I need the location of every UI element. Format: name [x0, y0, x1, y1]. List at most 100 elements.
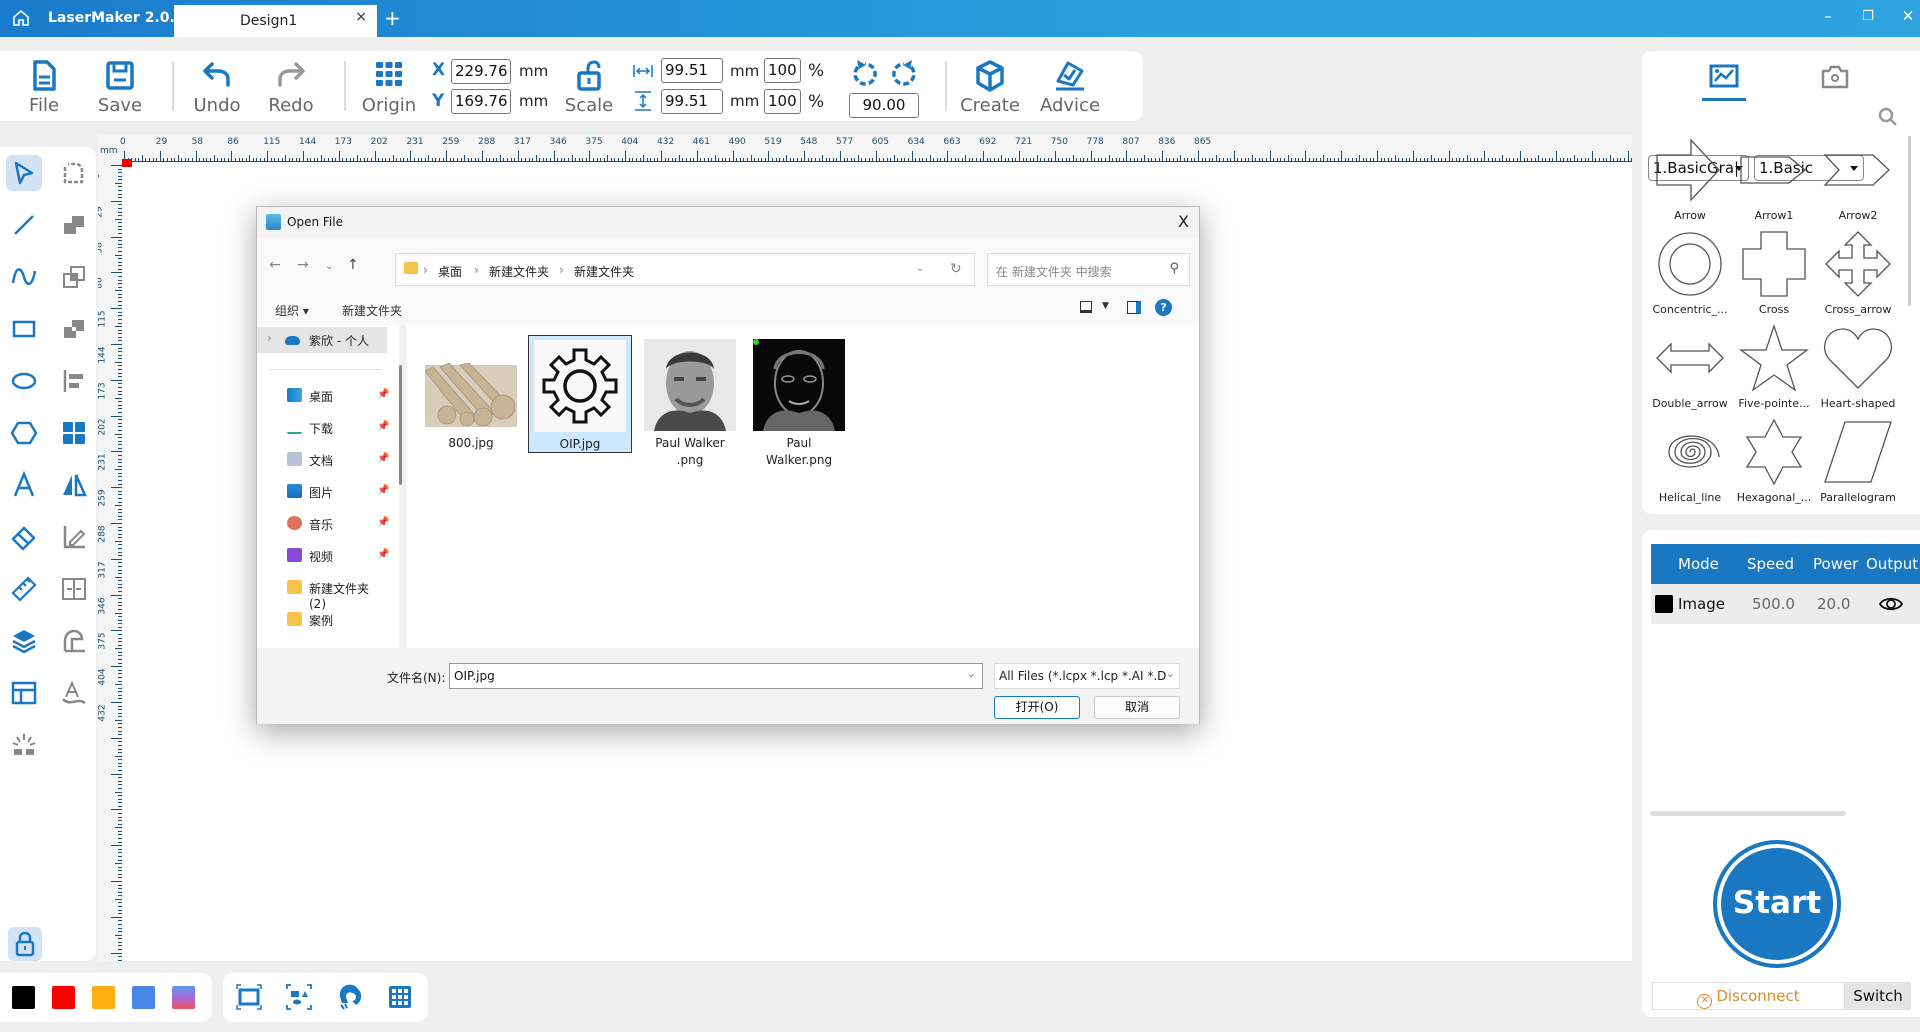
offset-tool[interactable] [56, 623, 92, 659]
fit-selection-icon[interactable] [285, 983, 313, 1011]
refresh-icon[interactable]: ↻ [950, 261, 962, 277]
grid-icon[interactable] [386, 983, 414, 1011]
width-percent-input[interactable]: 100 [764, 58, 801, 83]
color-swatch-orange[interactable] [92, 986, 115, 1009]
breadcrumb-item[interactable]: 新建文件夹 [574, 263, 634, 280]
rotation-input[interactable]: 90.00 [849, 93, 919, 118]
nav-item[interactable]: 桌面 📌 [257, 383, 389, 409]
shape-item[interactable]: Hexagonal_... [1732, 417, 1816, 511]
eye-icon[interactable] [1879, 595, 1903, 613]
tab-graphics[interactable] [1702, 59, 1746, 101]
shape-item[interactable]: Heart-shaped [1816, 323, 1900, 417]
text-path-tool[interactable] [56, 675, 92, 711]
address-dropdown-icon[interactable]: ⌄ [916, 263, 924, 274]
rectangle-tool[interactable] [6, 311, 42, 347]
nav-item[interactable]: 音乐 📌 [257, 511, 389, 537]
disconnect-button[interactable]: ✕ Disconnect [1652, 982, 1845, 1010]
height-input[interactable]: 99.51 [661, 89, 723, 114]
distribute-tool[interactable] [56, 571, 92, 607]
layout-tool[interactable] [6, 675, 42, 711]
origin-button[interactable]: Origin [354, 59, 424, 121]
minimize-button[interactable]: – [1818, 7, 1838, 25]
color-swatch-black[interactable] [12, 986, 35, 1009]
back-arrow-icon[interactable]: ← [269, 257, 281, 273]
tab-design1[interactable]: Design1 × [174, 5, 377, 37]
nav-item[interactable]: 新建文件夹 (2) [257, 575, 387, 611]
tab-camera[interactable] [1815, 59, 1855, 95]
nav-item[interactable]: 案例 [257, 607, 387, 633]
layer-color-swatch[interactable] [1655, 595, 1673, 613]
shape-item[interactable]: Double_arrow [1648, 323, 1732, 417]
shape-item[interactable]: Helical_line [1648, 417, 1732, 511]
search-icon[interactable] [1878, 107, 1898, 127]
ellipse-tool[interactable] [6, 363, 42, 399]
shape-item[interactable]: Cross_arrow [1816, 229, 1900, 323]
color-swatch-blue[interactable] [132, 986, 155, 1009]
shape-item[interactable]: Five-pointe... [1732, 323, 1816, 417]
help-icon[interactable]: ? [1155, 299, 1172, 316]
preview-pane-icon[interactable] [1127, 301, 1141, 314]
measure-tool[interactable] [6, 571, 42, 607]
new-tab-button[interactable]: + [384, 6, 401, 30]
nav-item[interactable]: › 紫欣 - 个人 [257, 327, 387, 353]
intersect-tool[interactable] [56, 259, 92, 295]
layers-tool[interactable] [6, 623, 42, 659]
align-tool[interactable] [56, 363, 92, 399]
address-bar[interactable]: › 桌面 › 新建文件夹 › 新建文件夹 ⌄ ↻ [395, 253, 975, 286]
create-button[interactable]: Create [955, 59, 1025, 121]
shape-item[interactable]: Arrow [1648, 135, 1732, 229]
dialog-close-button[interactable]: X [1178, 212, 1189, 231]
shape-item[interactable]: Arrow2 [1816, 135, 1900, 229]
file-item[interactable]: 800.jpg [419, 335, 523, 453]
x-position-input[interactable]: 229.76 [451, 59, 511, 84]
filename-input[interactable]: OIP.jpg ⌄ [449, 663, 983, 689]
recent-dropdown-icon[interactable]: ⌄ [325, 261, 333, 272]
filetype-select[interactable]: All Files (*.lcpx *.lcp *.AI *.DX ⌄ [994, 663, 1180, 689]
file-item[interactable]: OIP.jpg [528, 335, 632, 453]
up-arrow-icon[interactable]: ↑ [347, 257, 359, 273]
shape-item[interactable]: Concentric_... [1648, 229, 1732, 323]
layer-row[interactable]: Image 500.0 20.0 [1651, 584, 1920, 624]
height-percent-input[interactable]: 100 [764, 89, 801, 114]
shape-item[interactable]: Parallelogram [1816, 417, 1900, 511]
switch-button[interactable]: Switch [1845, 982, 1911, 1010]
rotate-right-icon[interactable] [889, 57, 919, 89]
file-button[interactable]: File [9, 59, 79, 121]
array-tool[interactable] [56, 415, 92, 451]
eraser-tool[interactable] [6, 519, 42, 555]
y-position-input[interactable]: 169.76 [451, 89, 511, 114]
laser-tool[interactable] [6, 727, 42, 763]
forward-arrow-icon[interactable]: → [297, 257, 309, 273]
polygon-tool[interactable] [6, 415, 42, 451]
home-icon[interactable] [12, 9, 30, 27]
save-button[interactable]: Save [85, 59, 155, 121]
subtract-tool[interactable] [56, 311, 92, 347]
magnet-snap-icon[interactable] [336, 983, 364, 1011]
restore-button[interactable]: ❐ [1858, 9, 1878, 24]
search-input[interactable]: 在 新建文件夹 中搜索 ⚲ [987, 253, 1190, 286]
lock-button[interactable] [8, 927, 42, 961]
line-tool[interactable] [6, 207, 42, 243]
chevron-down-icon[interactable]: ⌄ [967, 667, 976, 680]
shape-item[interactable]: Cross [1732, 229, 1816, 323]
width-input[interactable]: 99.51 [661, 58, 723, 83]
curve-tool[interactable] [6, 259, 42, 295]
nav-scrollbar[interactable] [399, 365, 402, 485]
new-folder-button[interactable]: 新建文件夹 [342, 302, 402, 319]
union-tool[interactable] [56, 207, 92, 243]
mirror-tool[interactable] [56, 467, 92, 503]
open-button[interactable]: 打开(O) [994, 696, 1080, 719]
select-tool[interactable] [6, 155, 42, 191]
undo-button[interactable]: Undo [182, 59, 252, 121]
nav-item[interactable]: 文档 📌 [257, 447, 389, 473]
advice-button[interactable]: Advice [1035, 59, 1105, 121]
rotate-left-icon[interactable] [850, 57, 880, 89]
text-tool[interactable] [6, 467, 42, 503]
nav-item[interactable]: 图片 📌 [257, 479, 389, 505]
nav-item[interactable]: 下载 📌 [257, 415, 389, 441]
cancel-button[interactable]: 取消 [1094, 696, 1180, 719]
expand-chevron-icon[interactable]: › [267, 331, 272, 345]
view-dropdown-icon[interactable]: ▼ [1102, 301, 1109, 311]
file-item[interactable]: Paul Walker .png [638, 335, 742, 467]
color-swatch-gradient[interactable] [172, 986, 195, 1009]
